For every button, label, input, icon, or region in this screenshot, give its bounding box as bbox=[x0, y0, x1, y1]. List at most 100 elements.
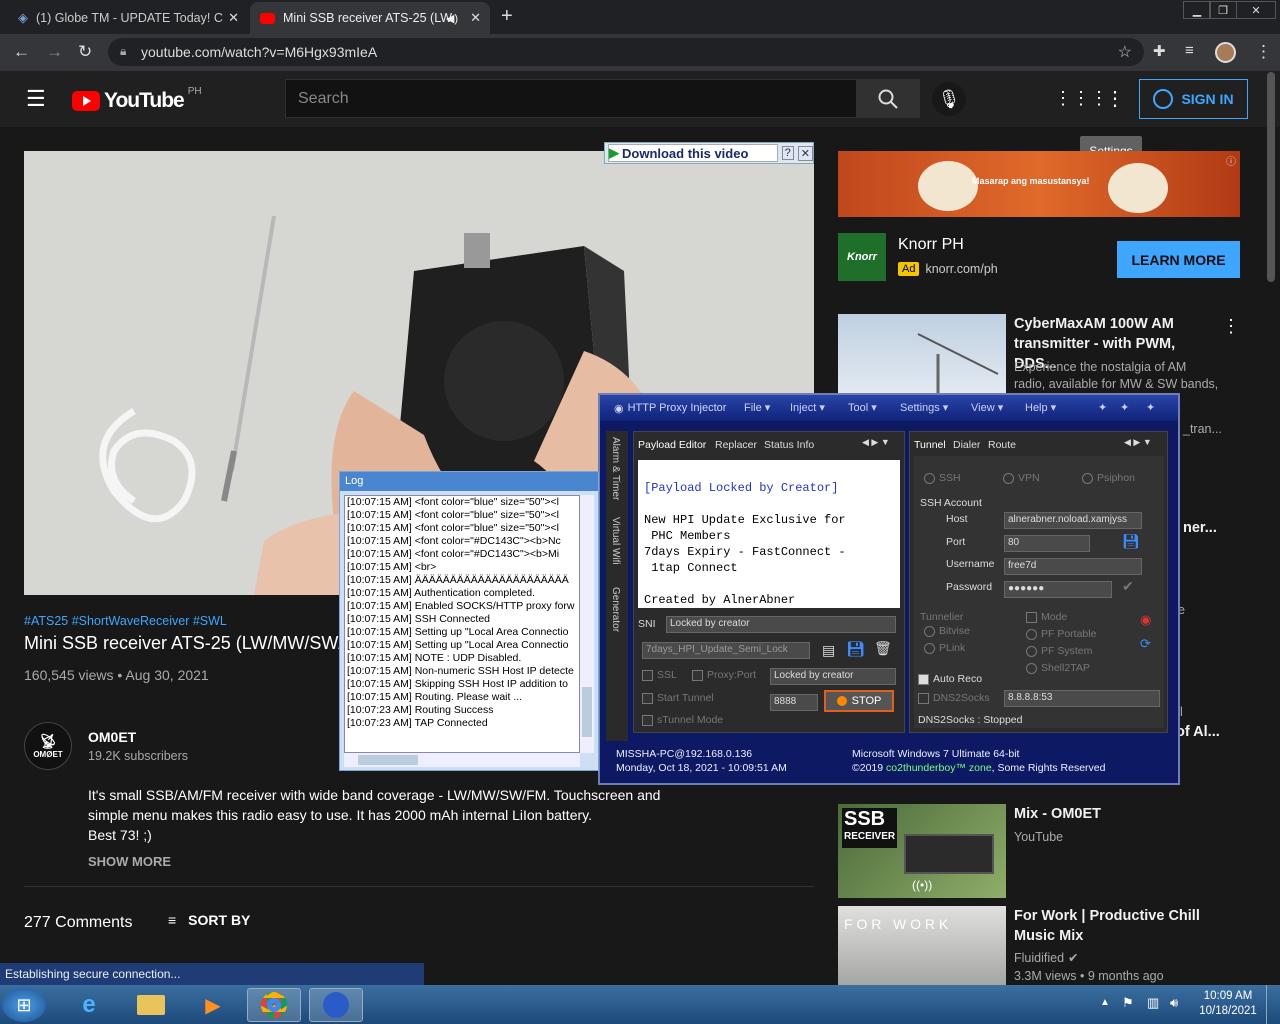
sign-in-button[interactable]: SIGN IN bbox=[1139, 79, 1248, 119]
pf-system-radio[interactable]: PF System bbox=[1026, 645, 1092, 657]
psiphon-radio[interactable]: Psiphon bbox=[1082, 472, 1135, 484]
sort-by-button[interactable]: ≡ SORT BY bbox=[168, 912, 250, 928]
username-input[interactable]: free7d bbox=[1004, 558, 1142, 575]
auto-reco-checkbox[interactable]: Auto Reco bbox=[918, 673, 982, 685]
tab-payload-editor[interactable]: Payload Editor bbox=[638, 439, 706, 451]
youtube-logo[interactable]: YouTube PH bbox=[72, 86, 202, 113]
close-icon[interactable]: ✕ bbox=[797, 145, 813, 161]
microphone-icon[interactable]: 🎙︎ bbox=[932, 82, 966, 116]
dns2socks-checkbox[interactable]: DNS2Socks bbox=[918, 692, 990, 704]
action-center-icon[interactable]: ⚑ bbox=[1122, 995, 1134, 1011]
back-icon[interactable]: ← bbox=[13, 42, 30, 62]
start-button[interactable]: ⊞ bbox=[2, 988, 46, 1022]
hamburger-menu-icon[interactable]: ☰ bbox=[26, 86, 46, 112]
ad-name[interactable]: Knorr PH bbox=[898, 236, 964, 254]
folder-icon[interactable]: ▤ bbox=[822, 642, 835, 659]
pf-portable-radio[interactable]: PF Portable bbox=[1026, 628, 1096, 640]
tab-globe[interactable]: ◈ (1) Globe TM - UPDATE Today! C ✕ bbox=[8, 2, 248, 34]
search-button[interactable] bbox=[856, 79, 920, 118]
bookmark-star-icon[interactable]: ☆ bbox=[1118, 42, 1132, 62]
media-control-icon[interactable]: ≡ bbox=[1185, 42, 1194, 59]
close-window-button[interactable]: ✕ bbox=[1236, 1, 1276, 19]
close-tab-icon[interactable]: ✕ bbox=[470, 10, 481, 26]
tab-virtual-wifi[interactable]: Virtual Wifi bbox=[610, 517, 621, 565]
menu-file[interactable]: File ▾ bbox=[744, 401, 770, 414]
clock[interactable]: 10:09 AM 10/18/2021 bbox=[1196, 989, 1260, 1019]
menu-settings[interactable]: Settings ▾ bbox=[900, 401, 948, 414]
menu-help[interactable]: Help ▾ bbox=[1025, 401, 1056, 414]
record-icon[interactable]: ◉ bbox=[1140, 612, 1151, 628]
ssh-port-input[interactable]: 80 bbox=[1004, 535, 1090, 552]
sni-input[interactable]: Locked by creator bbox=[666, 616, 896, 633]
rec-title[interactable]: Mix - OM0ET bbox=[1014, 804, 1101, 824]
tab-status-info[interactable]: Status Info bbox=[764, 439, 814, 451]
info-icon[interactable]: ⓘ bbox=[1226, 153, 1236, 168]
log-scrollbar[interactable] bbox=[580, 495, 594, 753]
plink-radio[interactable]: PLink bbox=[924, 642, 965, 654]
forward-icon[interactable]: → bbox=[46, 42, 63, 62]
media-player-icon[interactable]: ▶ bbox=[186, 988, 240, 1022]
menu-inject[interactable]: Inject ▾ bbox=[790, 401, 825, 414]
new-tab-button[interactable]: + bbox=[501, 5, 513, 28]
close-tab-icon[interactable]: ✕ bbox=[228, 10, 239, 26]
scroll-thumb[interactable] bbox=[582, 687, 592, 737]
save-icon[interactable]: 💾︎ bbox=[846, 640, 865, 658]
hscroll-thumb[interactable] bbox=[358, 755, 418, 765]
shell2tap-radio[interactable]: Shell2TAP bbox=[1026, 662, 1090, 674]
tab-replacer[interactable]: Replacer bbox=[715, 439, 757, 451]
show-more-button[interactable]: SHOW MORE bbox=[88, 854, 171, 869]
stop-button[interactable]: STOP bbox=[824, 690, 894, 712]
tab-scroll-arrows[interactable]: ◀ ▶ ▼ bbox=[862, 437, 890, 448]
host-input[interactable]: alnerabner.noload.xamjyss bbox=[1004, 512, 1142, 529]
volume-icon[interactable]: 🔊︎ bbox=[1170, 995, 1178, 1011]
hpi-taskbar-icon[interactable] bbox=[309, 988, 363, 1022]
tab-tunnel[interactable]: Tunnel bbox=[914, 439, 946, 451]
payload-editor[interactable]: [Payload Locked by Creator] New HPI Updat… bbox=[638, 460, 900, 608]
extensions-icon[interactable]: ✚ bbox=[1153, 42, 1166, 60]
ad-banner[interactable]: Masarap ang masustansya! ⓘ bbox=[838, 151, 1240, 217]
proxy-input[interactable]: Locked by creator bbox=[770, 668, 896, 685]
settings-more-icon[interactable]: ⋮ bbox=[1105, 86, 1125, 111]
ssl-checkbox[interactable]: SSL bbox=[642, 669, 677, 681]
log-hscrollbar[interactable] bbox=[344, 753, 580, 767]
internet-explorer-icon[interactable]: e bbox=[62, 988, 116, 1022]
minimize-icon[interactable]: ✦ bbox=[1120, 401, 1129, 414]
more-options-icon[interactable]: ⋮ bbox=[1222, 316, 1240, 337]
bitvise-radio[interactable]: Bitvise bbox=[924, 625, 970, 637]
tab-alarm-timer[interactable]: Alarm & Timer bbox=[610, 437, 621, 500]
file-explorer-icon[interactable] bbox=[124, 988, 178, 1022]
ssh-radio[interactable]: SSH bbox=[924, 472, 961, 484]
maximize-button[interactable]: ❐ bbox=[1209, 1, 1237, 19]
dns-input[interactable]: 8.8.8.8:53 bbox=[1004, 690, 1160, 707]
video-hashtags[interactable]: #ATS25 #ShortWaveReceiver #SWL bbox=[24, 614, 227, 628]
help-icon[interactable]: ? bbox=[781, 146, 794, 160]
reload-icon[interactable]: ↻ bbox=[78, 42, 92, 62]
network-icon[interactable]: ▥ bbox=[1147, 995, 1159, 1011]
save-icon[interactable]: 💾︎ bbox=[1122, 533, 1140, 550]
show-desktop-button[interactable] bbox=[1266, 985, 1280, 1024]
close-icon[interactable]: ✦ bbox=[1146, 401, 1155, 414]
log-text-area[interactable]: [10:07:15 AM] <font color="blue" size="5… bbox=[344, 495, 580, 753]
profile-select[interactable]: 7days_HPI_Update_Semi_Lock bbox=[642, 642, 810, 659]
tab-youtube[interactable]: Mini SSB receiver ATS-25 (LW ◀) ✕ bbox=[250, 2, 490, 34]
speaker-icon[interactable]: ◀) bbox=[446, 12, 458, 25]
tray-expand-icon[interactable]: ▲ bbox=[1100, 997, 1110, 1008]
apps-grid-icon[interactable]: ⋮⋮⋮ bbox=[1054, 88, 1108, 109]
start-tunnel-checkbox[interactable]: Start Tunnel bbox=[642, 692, 714, 704]
search-input[interactable]: Search bbox=[285, 79, 857, 118]
vpn-radio[interactable]: VPN bbox=[1003, 472, 1040, 484]
rec-title[interactable]: For Work | Productive Chill Music Mix bbox=[1014, 906, 1200, 946]
settings-gear-icon[interactable]: ✦ bbox=[1098, 401, 1107, 414]
tab-route[interactable]: Route bbox=[988, 439, 1016, 451]
menu-tool[interactable]: Tool ▾ bbox=[848, 401, 877, 414]
refresh-icon[interactable]: ⟳ bbox=[1140, 636, 1151, 652]
chrome-taskbar-icon[interactable] bbox=[247, 988, 301, 1022]
check-icon[interactable]: ✔ bbox=[1122, 578, 1134, 595]
minimize-button[interactable]: ▁ bbox=[1183, 1, 1211, 19]
learn-more-button[interactable]: LEARN MORE bbox=[1117, 241, 1240, 278]
stunnel-checkbox[interactable]: sTunnel Mode bbox=[642, 714, 723, 726]
delete-icon[interactable]: 🗑︎ bbox=[874, 640, 892, 657]
tab-scroll-arrows[interactable]: ◀ ▶ ▼ bbox=[1124, 437, 1152, 448]
channel-name[interactable]: OM0ET bbox=[88, 729, 136, 745]
tab-generator[interactable]: Generator bbox=[610, 587, 621, 632]
